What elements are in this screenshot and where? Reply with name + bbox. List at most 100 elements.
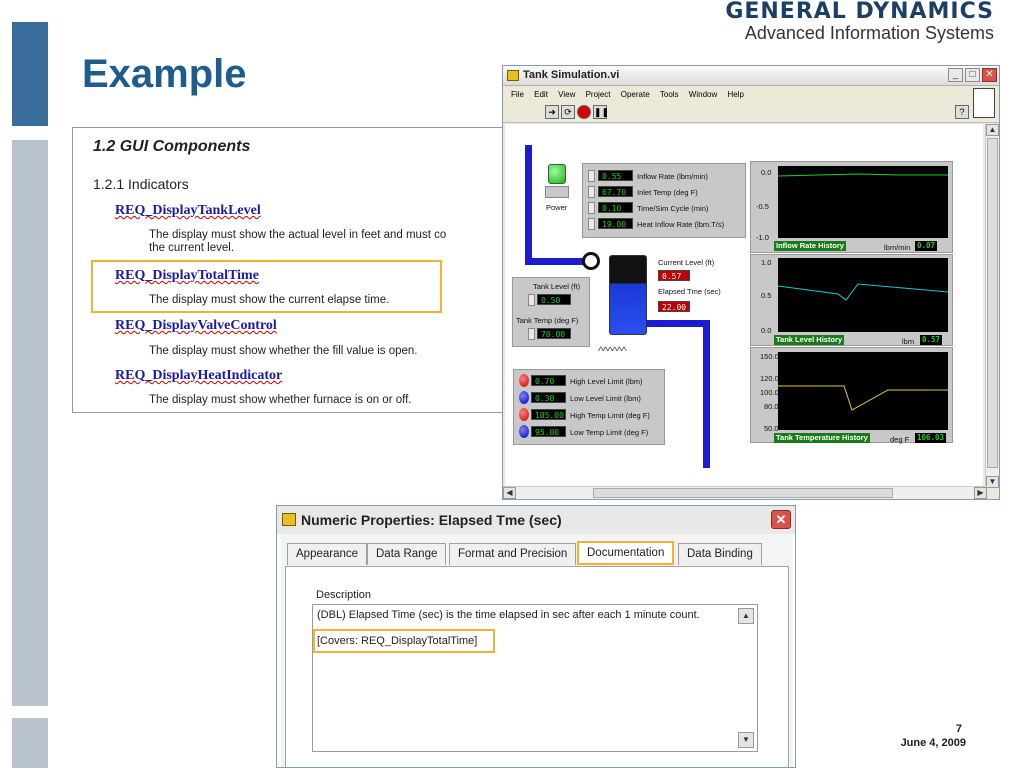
horizontal-scrollbar[interactable]: ◀ ▶ [503,486,987,499]
low-temp-limit-input[interactable]: 95.00 [531,426,566,437]
y-tick-label: -0.5 [756,202,769,211]
close-button[interactable]: ✕ [771,510,791,529]
scroll-right-arrow-icon[interactable]: ▶ [974,487,987,499]
menu-file[interactable]: File [511,87,524,103]
tab-documentation[interactable]: Documentation [577,541,675,565]
spin-arrow-icon[interactable] [528,328,535,340]
dialog-title: Numeric Properties: Elapsed Tme (sec) [301,512,562,528]
requirement-link[interactable]: REQ_DisplayValveControl [115,318,277,334]
requirement-link[interactable]: REQ_DisplayTankLevel [115,203,261,219]
minimize-button[interactable]: _ [948,68,963,82]
chart-unit: lbm/min [884,243,911,252]
elapsed-time-label: Elapsed Tme (sec) [658,287,721,296]
spin-arrow-icon[interactable] [588,218,595,230]
scroll-down-arrow-icon[interactable]: ▼ [986,476,999,488]
close-button[interactable]: ✕ [982,68,997,82]
y-tick-label: 80.0 [764,402,779,411]
high-level-limit-input[interactable]: 0.70 [531,375,566,386]
spin-arrow-icon[interactable] [528,294,535,306]
low-temp-limit-label: Low Temp Limit (deg F) [570,428,649,437]
time-sim-cycle-input[interactable]: 0.10 [598,202,633,213]
heat-inflow-input[interactable]: 19.00 [598,218,633,229]
y-tick-label: 150.0 [760,352,779,361]
sidebar-accent-middle [12,140,48,706]
description-textarea[interactable]: (DBL) Elapsed Time (sec) is the time ela… [312,604,758,752]
y-tick-label: 0.5 [761,291,772,300]
y-tick-label: 120.0 [760,374,779,383]
requirement-description: The display must show whether the fill v… [149,345,418,357]
menu-tools[interactable]: Tools [660,87,679,103]
scroll-left-arrow-icon[interactable]: ◀ [503,487,516,499]
toolbar: ➜ ⟳ ❚❚ ? [503,103,999,123]
power-button[interactable] [548,164,566,184]
spin-arrow-icon[interactable] [588,186,595,198]
requirement-description: The display must show the actual level i… [149,229,509,255]
tab-appearance[interactable]: Appearance [287,543,368,565]
high-temp-limit-label: High Temp Limit (deg F) [570,411,650,420]
scroll-up-arrow-icon[interactable]: ▲ [738,608,754,624]
section-heading: 1.2 GUI Components [93,138,251,155]
tab-data-range[interactable]: Data Range [367,543,447,565]
tank-temp-label: Tank Temp (deg F) [516,316,579,325]
tank-temp-input[interactable]: 70.00 [537,328,571,339]
elapsed-time-indicator: 22.00 [658,301,690,312]
inlet-temp-label: Inlet Temp (deg F) [637,188,698,197]
valve-icon[interactable] [582,252,600,270]
slide-date: June 4, 2009 [900,737,966,749]
outlet-pipe [703,320,710,468]
menu-help[interactable]: Help [727,87,743,103]
current-level-label: Current Level (ft) [658,258,715,267]
inflow-rate-trace [777,173,948,177]
tank [609,255,647,335]
chart-unit: deg F [890,435,910,444]
y-tick-label: -1.0 [756,233,769,242]
scroll-thumb[interactable] [987,138,998,468]
inflow-rate-label: Inflow Rate (lbm/min) [637,172,708,181]
spin-arrow-icon[interactable] [588,170,595,182]
inflow-rate-input[interactable]: 0.55 [598,170,633,181]
menu-edit[interactable]: Edit [534,87,548,103]
requirements-document: 1.2 GUI Components 1.2.1 Indicators REQ_… [72,127,512,413]
vertical-scrollbar[interactable]: ▲ ▼ [985,124,999,488]
scroll-thumb[interactable] [593,488,893,498]
requirement-link[interactable]: REQ_DisplayHeatIndicator [115,368,282,384]
led-indicator-icon [519,425,529,438]
scroll-down-arrow-icon[interactable]: ▼ [738,732,754,748]
tank-level-trace [777,283,949,301]
menu-operate[interactable]: Operate [621,87,650,103]
high-temp-limit-input[interactable]: 105.00 [531,409,566,420]
help-icon[interactable]: ? [955,105,969,119]
menu-window[interactable]: Window [689,87,717,103]
vi-icon [973,88,995,118]
spin-arrow-icon[interactable] [588,202,595,214]
pause-icon[interactable]: ❚❚ [593,105,609,119]
tab-format-and-precision[interactable]: Format and Precision [449,543,577,565]
low-level-limit-input[interactable]: 0.30 [531,392,566,403]
power-switch-base [545,186,569,198]
brand-name: GENERAL DYNAMICS [725,0,994,24]
y-tick-label: 100.0 [760,388,779,397]
window-title: Tank Simulation.vi [523,69,620,81]
tank-temperature-trace [778,385,948,411]
sidebar-accent-bottom [12,718,48,768]
tank-level-label: Tank Level (ft) [533,282,581,291]
requirement-description-line: the current level. [149,242,235,254]
requirement-description-line: The display must show the actual level i… [149,229,447,241]
dialog-titlebar: Numeric Properties: Elapsed Tme (sec) ✕ [277,506,795,534]
tab-data-binding[interactable]: Data Binding [678,543,762,565]
sidebar-accent-top [12,22,48,126]
power-label: Power [546,203,568,212]
menu-view[interactable]: View [558,87,575,103]
chart-plot-area [777,166,948,238]
inlet-temp-input[interactable]: 67.70 [598,186,633,197]
run-continuously-icon[interactable]: ⟳ [561,105,575,119]
highlight-box [313,629,495,653]
menu-project[interactable]: Project [586,87,611,103]
scroll-up-arrow-icon[interactable]: ▲ [986,124,999,136]
tank-level-input[interactable]: 0.50 [537,294,571,305]
y-tick-label: 1.0 [761,258,772,267]
maximize-button[interactable]: □ [965,68,980,82]
abort-icon[interactable] [577,105,591,119]
requirement-description: The display must show whether furnace is… [149,394,412,406]
run-arrow-icon[interactable]: ➜ [545,105,559,119]
